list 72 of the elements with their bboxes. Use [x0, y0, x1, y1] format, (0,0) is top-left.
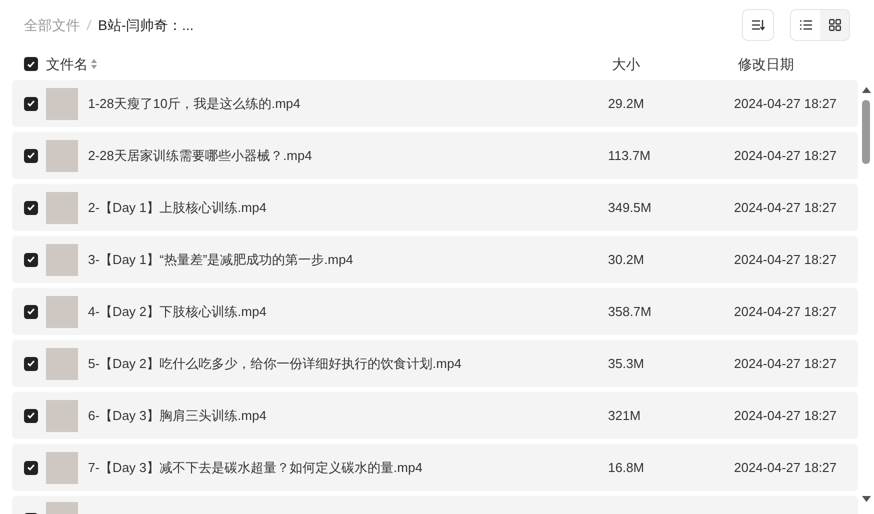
video-thumbnail	[46, 296, 78, 328]
checkmark-icon	[27, 256, 35, 263]
checkmark-icon	[27, 152, 35, 159]
list-view-button[interactable]	[791, 10, 820, 40]
breadcrumb-separator	[86, 19, 92, 31]
video-thumbnail	[46, 452, 78, 484]
list-icon	[800, 20, 812, 30]
checkmark-icon	[27, 308, 35, 315]
file-size: 29.2M	[608, 94, 644, 113]
file-size: 349.5M	[608, 198, 652, 217]
modified-date: 2024-04-27 18:27	[734, 198, 837, 217]
checkbox[interactable]	[24, 96, 38, 110]
checkmark-icon	[27, 412, 35, 419]
video-thumbnail	[46, 140, 78, 172]
checkmark-icon	[27, 464, 35, 471]
video-thumbnail	[46, 400, 78, 432]
modified-date: 2024-04-27 18:27	[734, 354, 837, 373]
file-name[interactable]: 5-【Day 2】吃什么吃多少，给你一份详细好执行的饮食计划.mp4	[88, 354, 462, 374]
checkbox[interactable]	[24, 252, 38, 266]
video-thumbnail	[46, 88, 78, 120]
file-row[interactable]: 5-【Day 2】吃什么吃多少，给你一份详细好执行的饮食计划.mp4 35.3M 2024-04-27 18:27	[12, 340, 858, 387]
file-size: 16.8M	[608, 458, 644, 477]
modified-date: 2024-04-27 18:27	[734, 458, 837, 477]
checkbox[interactable]	[24, 148, 38, 162]
checkbox[interactable]	[24, 200, 38, 214]
scroll-up-icon[interactable]	[862, 87, 872, 93]
file-name[interactable]: 1-28天瘦了10斤，我是这么练的.mp4	[88, 94, 300, 114]
modified-date: 2024-04-27 18:27	[734, 302, 837, 321]
file-row[interactable]: 6-【Day 3】胸肩三头训练.mp4 321M 2024-04-27 18:27	[12, 392, 858, 439]
modified-date: 2024-04-27 18:27	[734, 94, 837, 113]
video-thumbnail	[46, 244, 78, 276]
file-name[interactable]: 4-【Day 2】下肢核心训练.mp4	[88, 302, 266, 322]
file-name[interactable]: 6-【Day 3】胸肩三头训练.mp4	[88, 406, 266, 426]
checkbox[interactable]	[24, 57, 38, 71]
sort-button[interactable]	[742, 9, 774, 41]
file-size: 35.3M	[608, 354, 644, 373]
column-header[interactable]: 文件名	[46, 54, 88, 74]
checkmark-icon	[27, 60, 35, 68]
checkmark-icon	[27, 204, 35, 211]
video-thumbnail	[46, 192, 78, 224]
file-name[interactable]: 7-【Day 3】减不下去是碳水超量？如何定义碳水的量.mp4	[88, 458, 422, 478]
modified-date: 2024-04-27 18:27	[734, 146, 837, 165]
file-row[interactable]: 3-【Day 1】“热量差”是减肥成功的第一步.mp4 30.2M 2024-04-27 18:27	[12, 236, 858, 283]
modified-date: 2024-04-27 18:27	[734, 406, 837, 425]
scrollbar-thumb[interactable]	[862, 100, 870, 164]
file-row[interactable]: 2-28天居家训练需要哪些小器械？.mp4 113.7M 2024-04-27 18:27	[12, 132, 858, 179]
column-header[interactable]: 修改日期	[738, 54, 794, 74]
file-row[interactable]: 4-【Day 2】下肢核心训练.mp4 358.7M 2024-04-27 18:27	[12, 288, 858, 335]
modified-date: 2024-04-27 18:27	[734, 250, 837, 269]
column-header[interactable]: 大小	[612, 54, 640, 74]
grid-icon	[828, 19, 840, 31]
file-name[interactable]: 2-28天居家训练需要哪些小器械？.mp4	[88, 146, 312, 166]
file-size: 113.7M	[608, 146, 650, 165]
file-size: 30.2M	[608, 250, 644, 269]
file-size: 321M	[608, 406, 641, 425]
file-row[interactable]: 1-28天瘦了10斤，我是这么练的.mp4 29.2M 2024-04-27 18:27	[12, 80, 858, 127]
video-thumbnail	[46, 348, 78, 380]
checkmark-icon	[27, 100, 35, 107]
breadcrumb-link[interactable]: B站-闫帅奇：...	[98, 14, 194, 36]
checkbox[interactable]	[24, 356, 38, 370]
file-name[interactable]: 3-【Day 1】“热量差”是减肥成功的第一步.mp4	[88, 250, 354, 270]
file-row[interactable]: 2-【Day 1】上肢核心训练.mp4 349.5M 2024-04-27 18:27	[12, 184, 858, 231]
file-name[interactable]: 2-【Day 1】上肢核心训练.mp4	[88, 198, 266, 218]
file-size: 358.7M	[608, 302, 652, 321]
scroll-down-icon[interactable]	[862, 496, 872, 502]
sort-icon	[751, 19, 765, 31]
checkbox[interactable]	[24, 408, 38, 422]
checkbox[interactable]	[24, 460, 38, 474]
file-row[interactable]: 7-【Day 3】减不下去是碳水超量？如何定义碳水的量.mp4 16.8M 2024-04-27 18:27	[12, 444, 858, 491]
sort-arrows-icon	[91, 59, 97, 69]
checkbox[interactable]	[24, 304, 38, 318]
checkmark-icon	[27, 360, 35, 367]
